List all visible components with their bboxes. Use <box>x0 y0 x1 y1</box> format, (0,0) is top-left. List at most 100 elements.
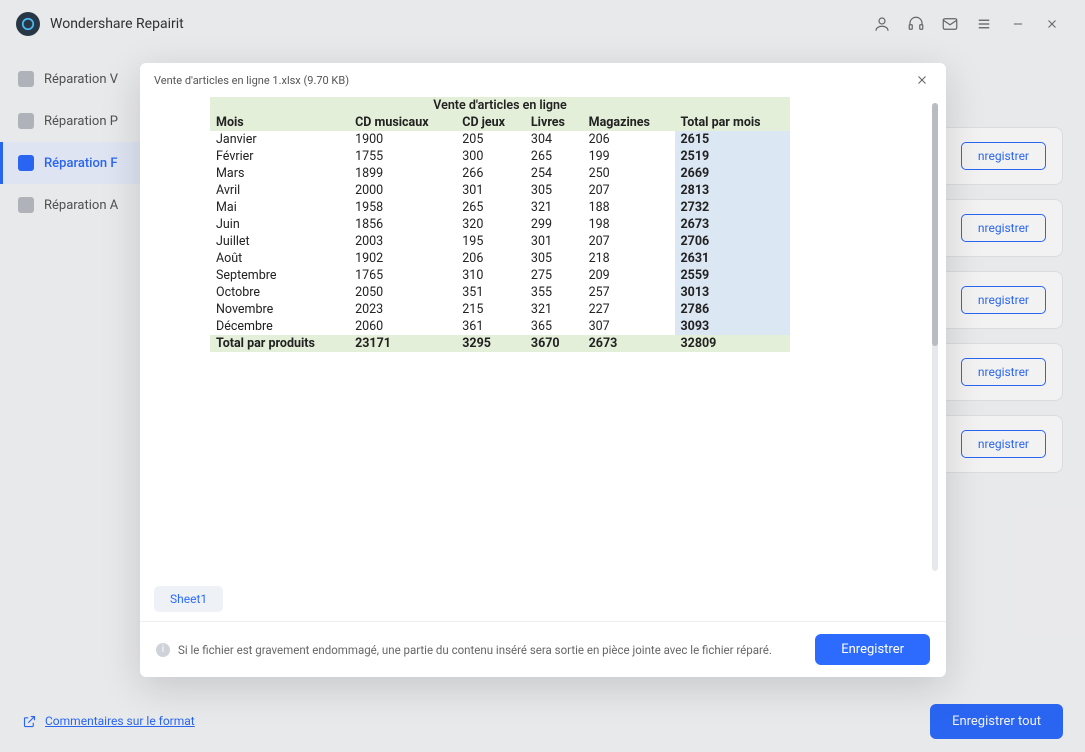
table-row: Juin18563202991982673 <box>210 216 790 233</box>
cell: 206 <box>456 250 525 267</box>
cell: 320 <box>456 216 525 233</box>
cell: 1765 <box>349 267 456 284</box>
cell: 361 <box>456 318 525 335</box>
sheet-tab[interactable]: Sheet1 <box>154 586 223 612</box>
col-header: CD jeux <box>456 114 525 131</box>
preview-modal: Vente d'articles en ligne 1.xlsx (9.70 K… <box>140 63 946 677</box>
cell: 266 <box>456 165 525 182</box>
cell: Mars <box>210 165 349 182</box>
col-header: Total par mois <box>675 114 791 131</box>
cell: 299 <box>525 216 583 233</box>
sheet-preview: Vente d'articles en ligne Mois CD musica… <box>140 97 946 577</box>
cell: 218 <box>583 250 675 267</box>
cell: 2559 <box>675 267 791 284</box>
col-header: CD musicaux <box>349 114 456 131</box>
cell: Février <box>210 148 349 165</box>
cell: 257 <box>583 284 675 301</box>
table-row: Octobre20503513552573013 <box>210 284 790 301</box>
cell: 199 <box>583 148 675 165</box>
cell: 2519 <box>675 148 791 165</box>
cell: 195 <box>456 233 525 250</box>
cell: 2813 <box>675 182 791 199</box>
cell: 205 <box>456 131 525 148</box>
cell: 2706 <box>675 233 791 250</box>
cell: Juin <box>210 216 349 233</box>
cell: Avril <box>210 182 349 199</box>
cell: 1902 <box>349 250 456 267</box>
cell: Juillet <box>210 233 349 250</box>
cell: 307 <box>583 318 675 335</box>
modal-save-button[interactable]: Enregistrer <box>815 634 930 665</box>
sheet-title: Vente d'articles en ligne <box>210 97 790 114</box>
cell: 321 <box>525 301 583 318</box>
cell: 2669 <box>675 165 791 182</box>
table-row: Novembre20232153212272786 <box>210 301 790 318</box>
cell: 265 <box>525 148 583 165</box>
cell: 301 <box>456 182 525 199</box>
cell: 2615 <box>675 131 791 148</box>
cell: 215 <box>456 301 525 318</box>
cell: 198 <box>583 216 675 233</box>
modal-note: i Si le fichier est gravement endommagé,… <box>156 643 772 657</box>
cell: 365 <box>525 318 583 335</box>
table-row: Septembre17653102752092559 <box>210 267 790 284</box>
cell: 321 <box>525 199 583 216</box>
cell: 301 <box>525 233 583 250</box>
cell: 2732 <box>675 199 791 216</box>
total-row: Total par produits 23171 3295 3670 2673 … <box>210 335 790 352</box>
cell: 188 <box>583 199 675 216</box>
cell: 207 <box>583 233 675 250</box>
table-row: Mai19582653211882732 <box>210 199 790 216</box>
col-header: Mois <box>210 114 349 131</box>
spreadsheet-table: Vente d'articles en ligne Mois CD musica… <box>210 97 790 352</box>
table-row: Décembre20603613653073093 <box>210 318 790 335</box>
scrollbar-thumb[interactable] <box>932 103 938 346</box>
cell: 305 <box>525 250 583 267</box>
cell: 265 <box>456 199 525 216</box>
cell: 23171 <box>349 335 456 352</box>
cell: Septembre <box>210 267 349 284</box>
cell: 2000 <box>349 182 456 199</box>
cell: 2673 <box>675 216 791 233</box>
cell: Novembre <box>210 301 349 318</box>
cell: 1755 <box>349 148 456 165</box>
table-header: Mois CD musicaux CD jeux Livres Magazine… <box>210 114 790 131</box>
col-header: Magazines <box>583 114 675 131</box>
scrollbar[interactable] <box>932 103 938 571</box>
cell: Mai <box>210 199 349 216</box>
cell: 310 <box>456 267 525 284</box>
table-row: Janvier19002053042062615 <box>210 131 790 148</box>
cell: 351 <box>456 284 525 301</box>
cell: Total par produits <box>210 335 349 352</box>
cell: 227 <box>583 301 675 318</box>
close-icon[interactable] <box>912 70 932 90</box>
cell: 3093 <box>675 318 791 335</box>
table-row: Août19022063052182631 <box>210 250 790 267</box>
cell: 3670 <box>525 335 583 352</box>
cell: 207 <box>583 182 675 199</box>
cell: 2050 <box>349 284 456 301</box>
cell: 206 <box>583 131 675 148</box>
modal-note-text: Si le fichier est gravement endommagé, u… <box>178 643 772 657</box>
cell: Décembre <box>210 318 349 335</box>
cell: Janvier <box>210 131 349 148</box>
cell: 2673 <box>583 335 675 352</box>
table-row: Juillet20031953012072706 <box>210 233 790 250</box>
cell: 250 <box>583 165 675 182</box>
cell: 300 <box>456 148 525 165</box>
cell: 1958 <box>349 199 456 216</box>
cell: 2023 <box>349 301 456 318</box>
cell: 355 <box>525 284 583 301</box>
cell: 3295 <box>456 335 525 352</box>
col-header: Livres <box>525 114 583 131</box>
cell: 1899 <box>349 165 456 182</box>
cell: Octobre <box>210 284 349 301</box>
cell: 1856 <box>349 216 456 233</box>
sheet-tabs: Sheet1 <box>140 577 946 621</box>
cell: 1900 <box>349 131 456 148</box>
cell: 254 <box>525 165 583 182</box>
cell: 305 <box>525 182 583 199</box>
table-row: Avril20003013052072813 <box>210 182 790 199</box>
cell: 209 <box>583 267 675 284</box>
cell: 2631 <box>675 250 791 267</box>
